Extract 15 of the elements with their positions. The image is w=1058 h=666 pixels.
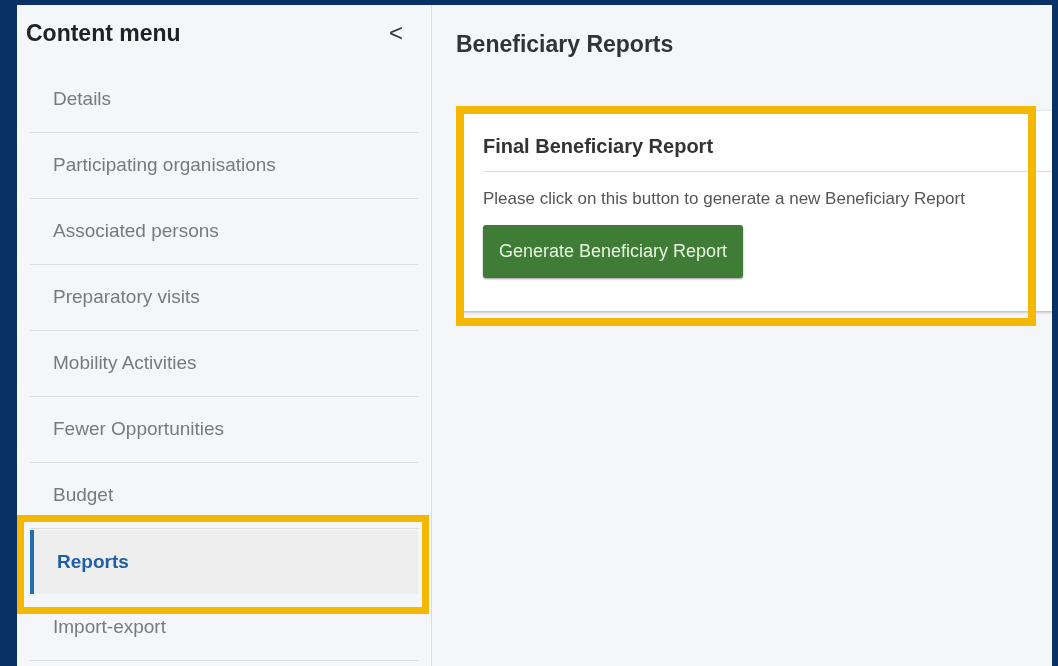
sidebar-title: Content menu — [26, 18, 181, 48]
menu-item[interactable]: Import-export — [30, 595, 418, 661]
menu-item[interactable]: Associated persons — [30, 199, 418, 265]
menu-item[interactable]: Budget — [30, 463, 418, 529]
menu-item[interactable]: Preparatory visits — [30, 265, 418, 331]
menu-item[interactable]: Fewer Opportunities — [30, 397, 418, 463]
menu-item[interactable]: Reports — [30, 530, 418, 594]
page-title: Beneficiary Reports — [456, 30, 674, 59]
menu-item[interactable]: Mobility Activities — [30, 331, 418, 397]
card-description: Please click on this button to generate a new Beneficiary Report — [483, 187, 965, 210]
card-title: Final Beneficiary Report — [483, 130, 1052, 172]
menu-item[interactable]: Participating organisations — [30, 133, 418, 199]
menu-item[interactable]: Details — [30, 67, 418, 133]
collapse-button[interactable]: < — [389, 21, 403, 45]
generate-report-button[interactable]: Generate Beneficiary Report — [483, 225, 744, 278]
